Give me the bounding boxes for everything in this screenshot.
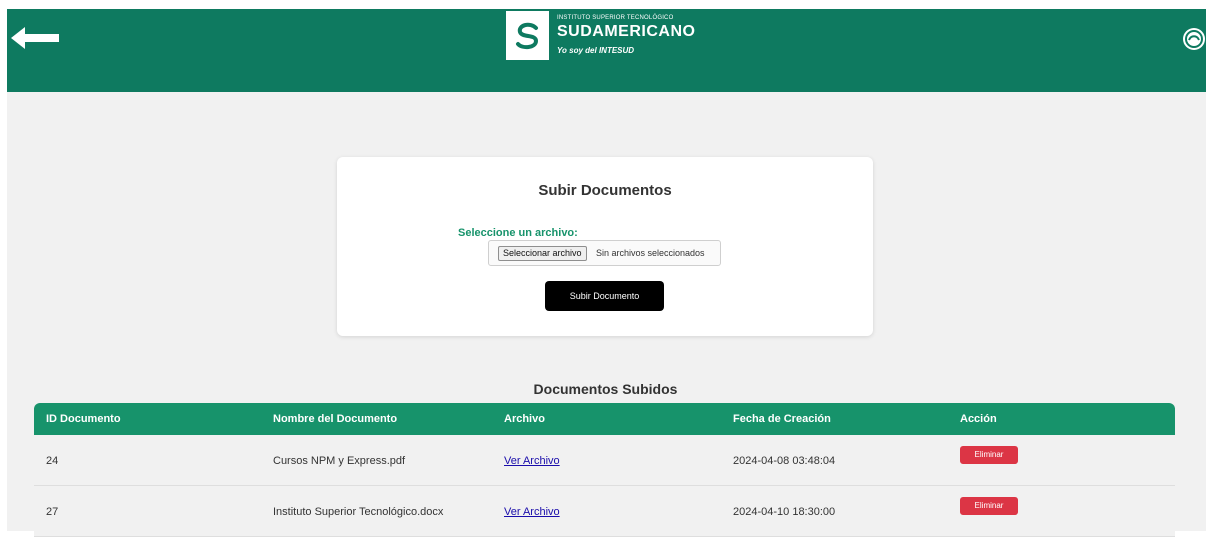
documents-table: ID Documento Nombre del Documento Archiv… — [34, 403, 1175, 537]
page-frame: INSTITUTO SUPERIOR TECNOLÓGICO SUDAMERIC… — [7, 9, 1206, 537]
table-header: ID Documento Nombre del Documento Archiv… — [34, 403, 1175, 435]
institute-logo: INSTITUTO SUPERIOR TECNOLÓGICO SUDAMERIC… — [506, 11, 716, 62]
view-file-link[interactable]: Ver Archivo — [504, 506, 560, 518]
table-row: 27 Instituto Superior Tecnológico.docx V… — [34, 486, 1175, 537]
column-header-id: ID Documento — [46, 413, 121, 425]
delete-button[interactable]: Eliminar — [960, 446, 1018, 464]
column-header-action: Acción — [960, 413, 997, 425]
arrow-left-icon — [11, 27, 59, 49]
logo-emblem — [506, 11, 549, 60]
back-button[interactable] — [11, 27, 59, 49]
top-header: INSTITUTO SUPERIOR TECNOLÓGICO SUDAMERIC… — [7, 9, 1206, 92]
file-status: Sin archivos seleccionados — [596, 248, 705, 258]
file-label: Seleccione un archivo: — [458, 227, 578, 239]
document-name: Cursos NPM y Express.pdf — [273, 455, 406, 467]
institution-badge-icon — [1182, 27, 1206, 51]
s-logo-icon — [515, 22, 538, 49]
logo-name: SUDAMERICANO — [557, 23, 696, 40]
document-name: Instituto Superior Tecnológico.docx — [273, 506, 444, 518]
column-header-date: Fecha de Creación — [733, 413, 831, 425]
documents-title-text: Documentos Subidos — [533, 381, 678, 397]
table-row: 24 Cursos NPM y Express.pdf Ver Archivo … — [34, 435, 1175, 486]
logo-motto: Yo soy del INTESUD — [557, 46, 635, 55]
column-header-file: Archivo — [504, 413, 545, 425]
view-file-link[interactable]: Ver Archivo — [504, 455, 560, 467]
file-input[interactable]: Seleccionar archivo Sin archivos selecci… — [488, 240, 721, 266]
logo-subtitle: INSTITUTO SUPERIOR TECNOLÓGICO — [557, 15, 674, 21]
document-id: 27 — [46, 506, 59, 518]
document-id: 24 — [46, 455, 59, 467]
column-header-name: Nombre del Documento — [273, 413, 398, 425]
upload-card: Subir Documentos Seleccione un archivo: … — [337, 157, 873, 336]
document-date: 2024-04-10 18:30:00 — [733, 506, 836, 518]
upload-title: Subir Documentos — [538, 182, 672, 199]
document-date: 2024-04-08 03:48:04 — [733, 455, 836, 467]
delete-button[interactable]: Eliminar — [960, 497, 1018, 515]
documents-title: Documentos Subidos — [7, 381, 1206, 397]
submit-document-button[interactable]: Subir Documento — [545, 281, 664, 311]
choose-file-button[interactable]: Seleccionar archivo — [498, 246, 587, 261]
